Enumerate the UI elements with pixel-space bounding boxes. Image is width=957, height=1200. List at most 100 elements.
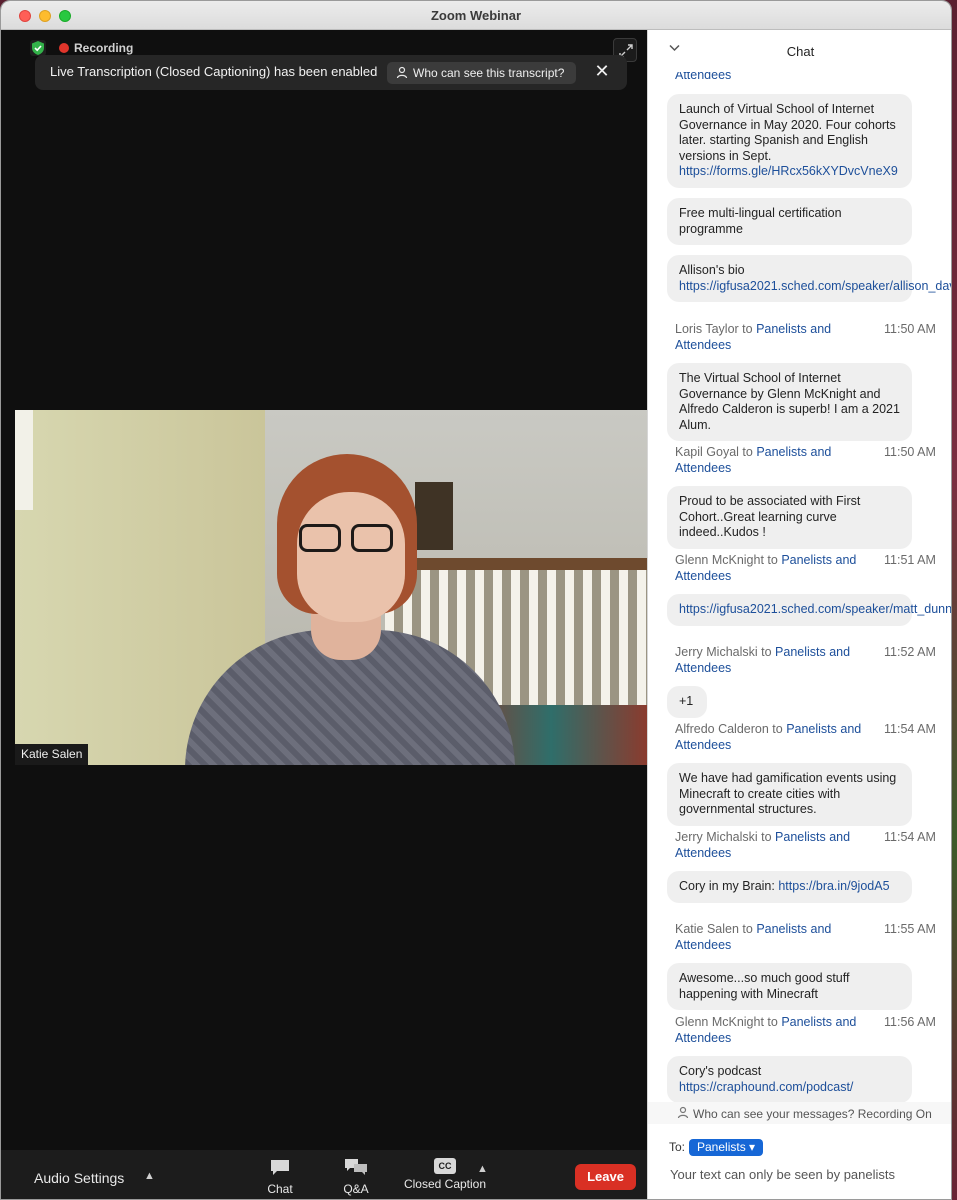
title-bar: Zoom Webinar <box>1 1 951 30</box>
chat-message: Free multi-lingual certification program… <box>667 198 912 245</box>
chat-message-list[interactable]: Attendees Launch of Virtual School of In… <box>648 72 951 1102</box>
chat-bubble-icon <box>269 1160 291 1179</box>
message-recipient-partial: Attendees <box>675 72 875 84</box>
sender-name: Katie Salen <box>675 922 739 936</box>
chat-message: Proud to be associated with First Cohort… <box>667 486 912 549</box>
zoom-window: Zoom Webinar Recording Live Transcriptio… <box>0 0 952 1200</box>
sender-name: Glenn McKnight <box>675 1015 764 1029</box>
chat-header: Chat <box>648 30 951 72</box>
who-can-see-transcript-label: Who can see this transcript? <box>413 66 565 80</box>
qa-icon <box>344 1159 368 1179</box>
message-text: +1 <box>679 694 694 708</box>
message-visibility-note[interactable]: Who can see your messages? Recording On <box>648 1102 951 1124</box>
to-word: to <box>768 722 787 736</box>
visibility-note-text: Who can see your messages? Recording On <box>693 1107 932 1121</box>
recipient-select[interactable]: Panelists ▾ <box>689 1139 764 1156</box>
to-word: to <box>757 830 776 844</box>
message-link[interactable]: https://bra.in/9jodA5 <box>778 879 889 893</box>
qa-button-label: Q&A <box>343 1182 369 1196</box>
sender-name: Alfredo Calderon <box>675 722 769 736</box>
speaker-face <box>297 492 405 622</box>
transcription-banner: Live Transcription (Closed Captioning) h… <box>35 55 627 90</box>
person-icon <box>677 1106 690 1122</box>
message-header: Jerry Michalski to Panelists and Attende… <box>675 645 875 676</box>
chat-message: The Virtual School of Internet Governanc… <box>667 363 912 441</box>
video-door-frame <box>15 410 33 510</box>
sender-name: Kapil Goyal <box>675 445 739 459</box>
chat-message: https://igfusa2021.sched.com/speaker/mat… <box>667 594 951 626</box>
leave-button[interactable]: Leave <box>575 1164 636 1190</box>
message-text: We have had gamification events using Mi… <box>679 771 897 816</box>
chat-message: We have had gamification events using Mi… <box>667 763 912 826</box>
message-time: 11:51 AM <box>884 553 936 567</box>
chat-message: Cory in my Brain: https://bra.in/9jodA5 <box>667 871 912 903</box>
recording-indicator-icon <box>59 43 69 53</box>
sender-name: Glenn McKnight <box>675 553 764 567</box>
to-word: to <box>763 1015 782 1029</box>
audio-settings-button[interactable]: Audio Settings <box>34 1170 124 1186</box>
chat-message: Cory's podcast https://craphound.com/pod… <box>667 1056 912 1102</box>
chat-button-label: Chat <box>267 1182 293 1196</box>
to-word: to <box>738 445 757 459</box>
speaker-glasses-left <box>299 524 341 552</box>
message-text: Allison's bio <box>679 263 745 277</box>
sender-name: Jerry Michalski <box>675 830 758 844</box>
chat-input[interactable]: Your text can only be seen by panelists <box>670 1167 895 1182</box>
message-header: Loris Taylor to Panelists and Attendees <box>675 322 875 353</box>
shield-icon[interactable] <box>30 40 46 56</box>
to-word: to <box>757 645 776 659</box>
window-title: Zoom Webinar <box>430 8 522 23</box>
message-text: Cory in my Brain: <box>679 879 779 893</box>
chat-message: Allison's bio https://igfusa2021.sched.c… <box>667 255 951 302</box>
recording-label: Recording <box>74 41 134 55</box>
message-time: 11:54 AM <box>884 830 936 844</box>
message-text: Proud to be associated with First Cohort… <box>679 494 861 539</box>
message-header: Glenn McKnight to Panelists and Attendee… <box>675 1015 875 1046</box>
person-icon <box>396 66 409 84</box>
message-link[interactable]: https://igfusa2021.sched.com/speaker/all… <box>679 279 951 293</box>
speaker-name-tag: Katie Salen <box>15 744 89 765</box>
message-link[interactable]: https://forms.gle/HRcx56kXYDvcVneX9 <box>679 164 898 178</box>
message-text: Launch of Virtual School of Internet Gov… <box>679 102 896 163</box>
message-text: Awesome...so much good stuff happening w… <box>679 971 850 1001</box>
to-word: to <box>738 922 757 936</box>
sender-name: Jerry Michalski <box>675 645 758 659</box>
chat-button[interactable]: Chat <box>263 1158 297 1196</box>
message-time: 11:55 AM <box>884 922 936 936</box>
close-icon[interactable]: ✕ <box>592 61 612 81</box>
chevron-up-icon[interactable]: ▲ <box>144 1170 155 1182</box>
message-header: Alfredo Calderon to Panelists and Attend… <box>675 722 875 753</box>
message-time: 11:54 AM <box>884 722 936 736</box>
speaker-video <box>15 410 647 765</box>
closed-caption-label: Closed Caption <box>403 1177 487 1191</box>
chevron-up-icon[interactable]: ▲ <box>477 1163 488 1175</box>
speaker-glasses-right <box>351 524 393 552</box>
message-text: Cory's podcast <box>679 1064 762 1078</box>
message-link[interactable]: https://igfusa2021.sched.com/speaker/mat… <box>679 602 951 616</box>
message-header: Kapil Goyal to Panelists and Attendees <box>675 445 875 476</box>
message-text: The Virtual School of Internet Governanc… <box>679 371 900 432</box>
who-can-see-transcript-button[interactable]: Who can see this transcript? <box>387 62 576 84</box>
meeting-toolbar: Audio Settings ▲ Chat Q&A CC Closed Capt… <box>1 1150 647 1199</box>
video-wall-picture <box>415 482 453 550</box>
chat-panel: Chat Attendees Launch of Virtual School … <box>647 30 951 1199</box>
chat-message: Awesome...so much good stuff happening w… <box>667 963 912 1010</box>
message-time: 11:52 AM <box>884 645 936 659</box>
message-link[interactable]: https://craphound.com/podcast/ <box>679 1080 853 1094</box>
message-header: Jerry Michalski to Panelists and Attende… <box>675 830 875 861</box>
to-word: to <box>763 553 782 567</box>
message-time: 11:50 AM <box>884 322 936 336</box>
chat-message: +1 <box>667 686 707 718</box>
to-label: To: <box>669 1140 686 1154</box>
qa-button[interactable]: Q&A <box>339 1158 373 1196</box>
chat-title: Chat <box>786 44 815 59</box>
banner-message: Live Transcription (Closed Captioning) h… <box>50 64 378 79</box>
chat-message: Launch of Virtual School of Internet Gov… <box>667 94 912 188</box>
closed-caption-icon: CC <box>434 1158 456 1174</box>
message-text: Free multi-lingual certification program… <box>679 206 842 236</box>
message-time: 11:56 AM <box>884 1015 936 1029</box>
to-word: to <box>738 322 757 336</box>
message-header: Katie Salen to Panelists and Attendees <box>675 922 875 953</box>
message-time: 11:50 AM <box>884 445 936 459</box>
recipient-link: Attendees <box>675 72 732 82</box>
